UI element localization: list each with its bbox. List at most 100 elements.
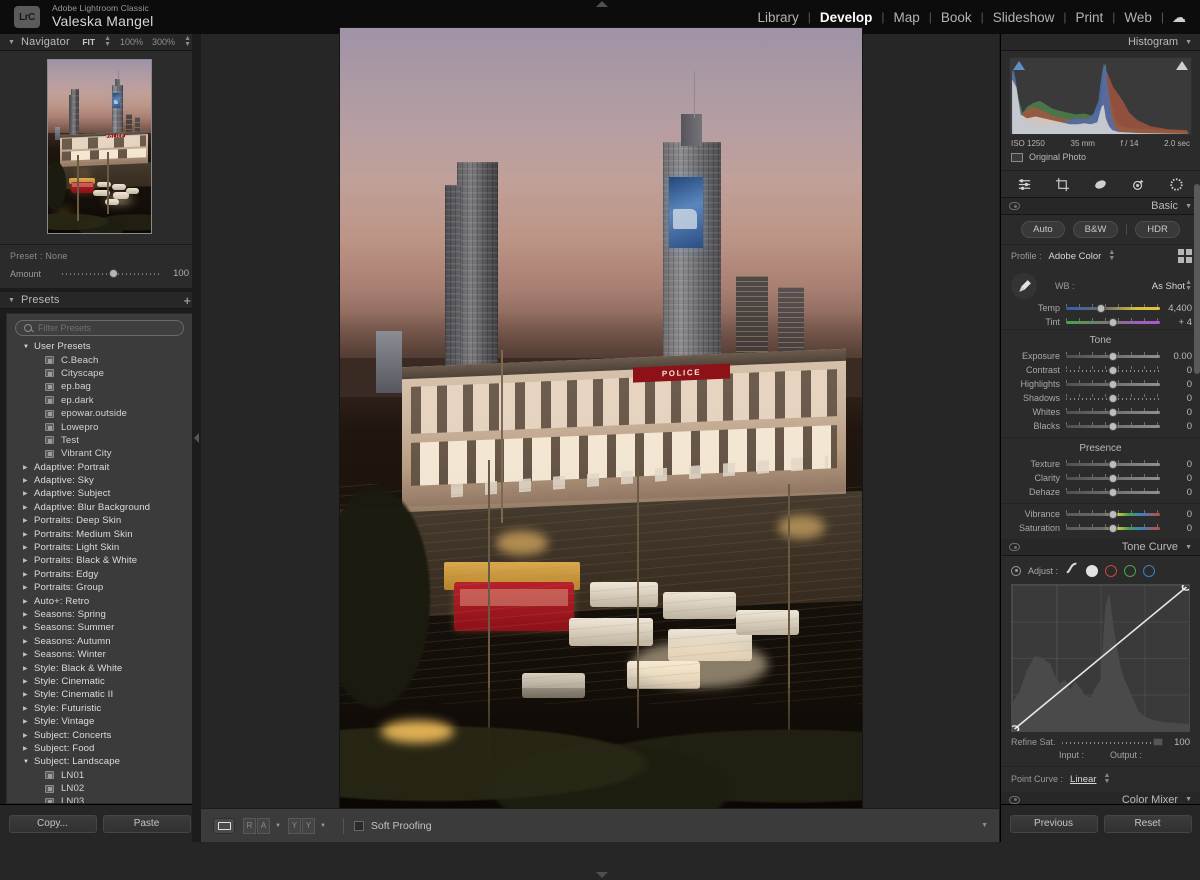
slider-track-highlights[interactable] <box>1066 378 1160 390</box>
preset-item-row[interactable]: epowar.outside <box>7 407 192 420</box>
chevron-right-icon[interactable]: ▶ <box>23 490 34 497</box>
slider-value[interactable]: 0 <box>1166 487 1192 498</box>
slider-knob[interactable] <box>1109 422 1118 431</box>
preset-group-row[interactable]: ▶Portraits: Group <box>7 581 192 594</box>
navigator-preview[interactable]: POLICE <box>0 51 199 244</box>
chevron-right-icon[interactable]: ▶ <box>23 678 34 685</box>
preset-item-row[interactable]: Cityscape <box>7 367 192 380</box>
chevron-right-icon[interactable]: ▶ <box>23 665 34 672</box>
preset-group-row[interactable]: ▶Style: Vintage <box>7 715 192 728</box>
chevron-right-icon[interactable]: ▶ <box>23 691 34 698</box>
filmstrip-collapse-arrow[interactable] <box>596 872 608 878</box>
module-develop[interactable]: Develop <box>811 10 882 25</box>
module-map[interactable]: Map <box>885 10 929 25</box>
wb-stepper-icon[interactable]: ▲▼ <box>1185 280 1192 293</box>
filter-presets-input[interactable]: Filter Presets <box>15 320 184 336</box>
preset-group-row[interactable]: ▶Subject: Concerts <box>7 728 192 741</box>
masking-icon[interactable] <box>1169 176 1185 192</box>
chevron-right-icon[interactable]: ▶ <box>23 504 34 511</box>
preset-group-row[interactable]: ▶Seasons: Winter <box>7 648 192 661</box>
chevron-right-icon[interactable]: ▶ <box>23 464 34 471</box>
main-photo[interactable]: POLICE <box>340 28 862 814</box>
slider-knob[interactable] <box>1109 524 1118 533</box>
slider-knob[interactable] <box>1109 474 1118 483</box>
chevron-right-icon[interactable]: ▶ <box>23 544 34 551</box>
zoom-fit[interactable]: FIT <box>82 37 95 47</box>
slider-track-exposure[interactable] <box>1066 350 1160 362</box>
module-book[interactable]: Book <box>932 10 981 25</box>
survey-view-icon[interactable]: YY <box>288 818 315 834</box>
profile-value[interactable]: Adobe Color <box>1049 251 1102 262</box>
slider-value[interactable]: 0 <box>1166 365 1192 376</box>
zoom-300[interactable]: 300% <box>152 37 175 47</box>
slider-track-contrast[interactable] <box>1066 364 1160 376</box>
slider-track-vibrance[interactable] <box>1066 508 1160 520</box>
preset-item-row[interactable]: LN01 <box>7 769 192 782</box>
slider-knob[interactable] <box>1109 366 1118 375</box>
chevron-right-icon[interactable]: ▶ <box>23 651 34 658</box>
slider-track-dehaze[interactable] <box>1066 486 1160 498</box>
zoom-100[interactable]: 100% <box>120 37 143 47</box>
chevron-right-icon[interactable]: ▶ <box>23 517 34 524</box>
preset-group-row[interactable]: ▶Adaptive: Portrait <box>7 461 192 474</box>
slider-value[interactable]: 0 <box>1166 523 1192 534</box>
preset-group-row[interactable]: ▶Portraits: Deep Skin <box>7 514 192 527</box>
photo-stage[interactable]: POLICE <box>201 34 1000 808</box>
add-preset-icon[interactable]: + <box>183 294 191 307</box>
slider-knob[interactable] <box>1109 380 1118 389</box>
slider-track-clarity[interactable] <box>1066 472 1160 484</box>
preset-item-row[interactable]: LN03 <box>7 795 192 803</box>
compare-view-icon[interactable]: RA <box>243 818 270 834</box>
amount-slider-knob[interactable] <box>109 269 118 278</box>
navigator-header[interactable]: ▼ Navigator FIT ▲▼ 100% 300% ▲▼ <box>0 34 199 51</box>
zoom-fit-stepper-icon[interactable]: ▲▼ <box>104 36 111 49</box>
hdr-button[interactable]: HDR <box>1135 221 1180 238</box>
slider-knob[interactable] <box>1109 408 1118 417</box>
preset-group-row[interactable]: ▶Style: Black & White <box>7 661 192 674</box>
chevron-down-icon[interactable]: ▼ <box>23 344 34 350</box>
preset-group-row[interactable]: ▶Adaptive: Blur Background <box>7 501 192 514</box>
preset-group-row[interactable]: ▶Adaptive: Sky <box>7 474 192 487</box>
original-photo-row[interactable]: Original Photo <box>1009 148 1192 168</box>
preset-item-row[interactable]: Vibrant City <box>7 447 192 460</box>
slider-knob[interactable] <box>1109 318 1118 327</box>
chevron-down-icon[interactable]: ▼ <box>320 823 326 829</box>
left-panel-collapse-arrow[interactable] <box>192 34 201 842</box>
loupe-view-icon[interactable] <box>213 818 235 834</box>
right-panel-scrollbar[interactable] <box>1194 184 1200 374</box>
crop-icon[interactable] <box>1055 176 1071 192</box>
preset-group-row[interactable]: ▶Portraits: Medium Skin <box>7 527 192 540</box>
slider-track-shadows[interactable] <box>1066 392 1160 404</box>
histogram-graph[interactable] <box>1009 57 1192 135</box>
chevron-down-icon[interactable]: ▼ <box>275 823 281 829</box>
paste-button[interactable]: Paste <box>103 815 191 833</box>
panel-visibility-eye-icon[interactable] <box>1009 202 1020 210</box>
preset-group-row[interactable]: ▶Auto+: Retro <box>7 594 192 607</box>
top-panel-collapse-arrow[interactable] <box>596 1 608 7</box>
histogram-header[interactable]: Histogram ▼ <box>1001 34 1200 51</box>
cloud-icon[interactable]: ☁ <box>1172 9 1186 26</box>
module-print[interactable]: Print <box>1066 10 1112 25</box>
reset-button[interactable]: Reset <box>1104 815 1192 833</box>
preset-item-row[interactable]: LN02 <box>7 782 192 795</box>
preset-group-row[interactable]: ▼Subject: Landscape <box>7 755 192 768</box>
refine-sat-slider[interactable] <box>1062 736 1158 748</box>
navigator-thumbnail[interactable]: POLICE <box>47 59 152 234</box>
curve-channel-rgb-icon[interactable] <box>1086 565 1098 577</box>
chevron-right-icon[interactable]: ▶ <box>23 531 34 538</box>
healing-brush-icon[interactable] <box>1093 176 1109 192</box>
module-library[interactable]: Library <box>748 10 807 25</box>
targeted-adjustment-icon[interactable] <box>1011 566 1021 576</box>
slider-value[interactable]: 0 <box>1166 393 1192 404</box>
chevron-right-icon[interactable]: ▶ <box>23 598 34 605</box>
presets-tree[interactable]: ▼User PresetsC.BeachCityscapeep.bagep.da… <box>7 340 192 803</box>
chevron-right-icon[interactable]: ▶ <box>23 624 34 631</box>
toolbar-options-chevron-icon[interactable]: ▼ <box>981 822 988 829</box>
tone-curve-header[interactable]: Tone Curve ▼ <box>1001 539 1200 556</box>
amount-slider[interactable] <box>62 270 159 278</box>
slider-track-texture[interactable] <box>1066 458 1160 470</box>
previous-button[interactable]: Previous <box>1010 815 1098 833</box>
profile-browser-icon[interactable] <box>1178 249 1192 263</box>
preset-group-row[interactable]: ▶Seasons: Summer <box>7 621 192 634</box>
chevron-right-icon[interactable]: ▶ <box>23 584 34 591</box>
